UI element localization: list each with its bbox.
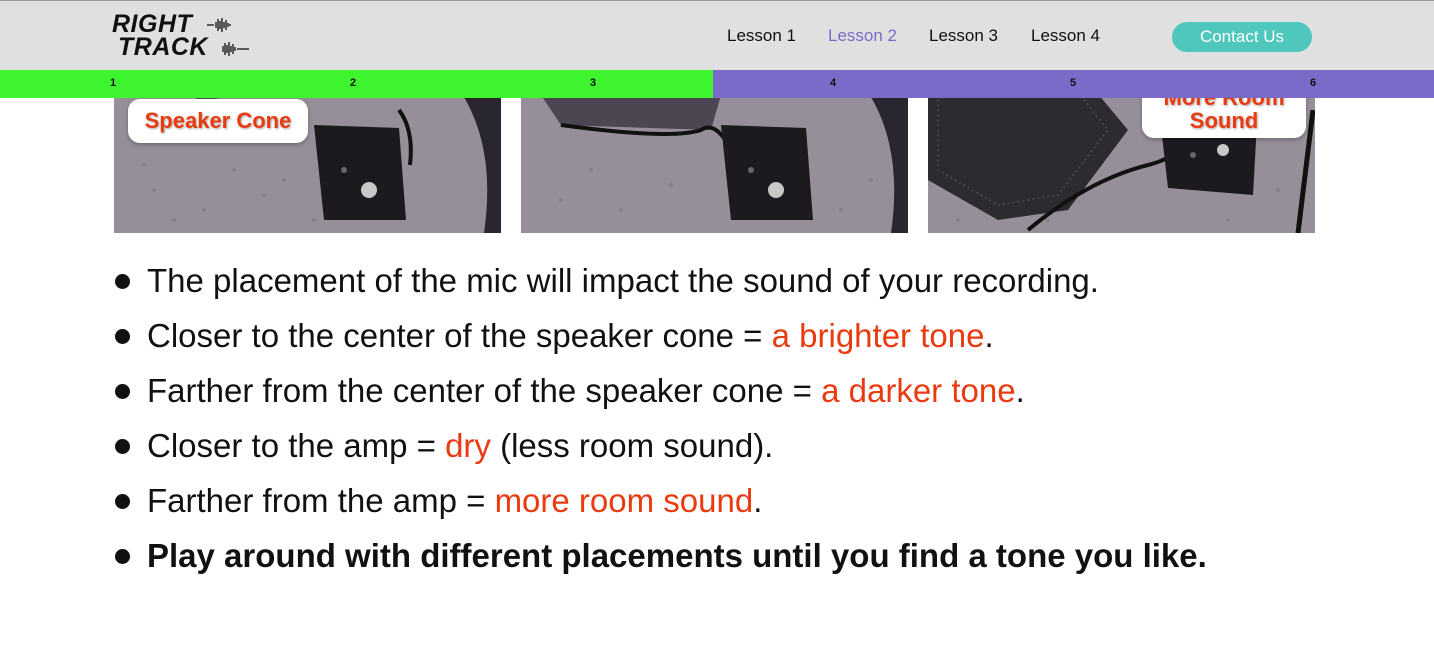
highlight-text: dry <box>445 427 491 464</box>
nav-lesson-4[interactable]: Lesson 4 <box>1031 26 1100 46</box>
callout-speaker-cone-label: Speaker Cone <box>144 108 292 133</box>
waveform-icon <box>207 18 231 32</box>
progress-step-4[interactable]: 4 <box>827 77 839 89</box>
progress-step-6[interactable]: 6 <box>1307 77 1319 89</box>
contact-us-button[interactable]: Contact Us <box>1172 22 1312 52</box>
callout-speaker-cone: Speaker Cone <box>128 99 308 143</box>
list-item: Closer to the center of the speaker cone… <box>112 315 1362 370</box>
callout-room-line2: Sound <box>1189 108 1259 133</box>
bullet-icon <box>115 274 130 289</box>
nav-lesson-3[interactable]: Lesson 3 <box>929 26 998 46</box>
progress-step-5[interactable]: 5 <box>1067 77 1079 89</box>
nav-lesson-2[interactable]: Lesson 2 <box>828 26 897 46</box>
logo-word-track: TRACK <box>118 33 208 61</box>
highlight-text: more room sound <box>494 482 754 519</box>
progress-step-1[interactable]: 1 <box>107 77 119 89</box>
list-item: Play around with different placements un… <box>112 535 1362 590</box>
nav-lesson-1[interactable]: Lesson 1 <box>727 26 796 46</box>
bullet-icon <box>115 439 130 454</box>
bullet-icon <box>115 384 130 399</box>
list-item: Closer to the amp = dry (less room sound… <box>112 425 1362 480</box>
highlight-text: a brighter tone <box>771 317 985 354</box>
list-item: The placement of the mic will impact the… <box>112 260 1362 315</box>
bullet-icon <box>115 329 130 344</box>
bullet-icon <box>115 494 130 509</box>
progress-step-2[interactable]: 2 <box>347 77 359 89</box>
highlight-text: a darker tone <box>821 372 1016 409</box>
lesson-progress-bar: 1 2 3 4 5 6 <box>0 70 1434 98</box>
right-track-logo[interactable]: RIGHT TRACK <box>110 11 250 63</box>
list-item: Farther from the center of the speaker c… <box>112 370 1362 425</box>
waveform-icon <box>222 42 249 56</box>
progress-step-3[interactable]: 3 <box>587 77 599 89</box>
bullet-icon <box>115 549 130 564</box>
tips-list: The placement of the mic will impact the… <box>112 260 1362 590</box>
site-header: RIGHT TRACK Lesson 1 Lesson 2 Lesson 3 L… <box>0 0 1434 70</box>
list-item: Farther from the amp = more room sound. <box>112 480 1362 535</box>
